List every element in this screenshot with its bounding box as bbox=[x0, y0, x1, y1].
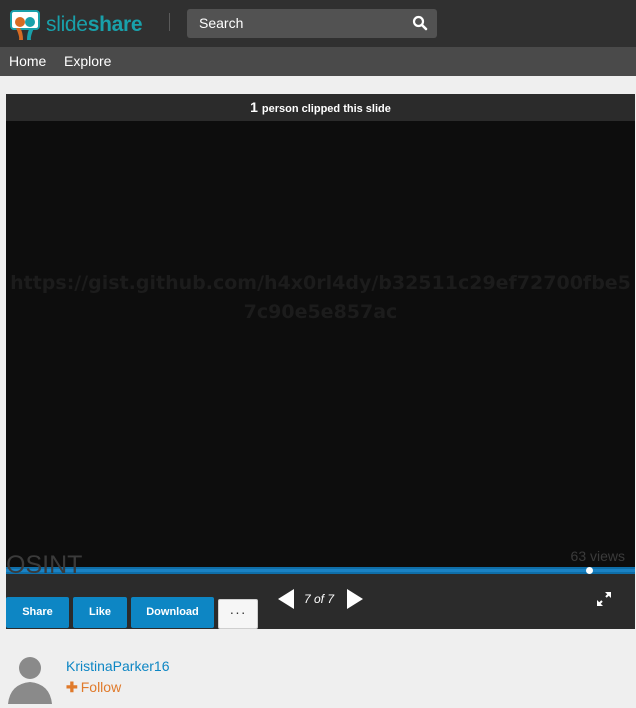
clip-info-bar: 1 person clipped this slide bbox=[6, 94, 635, 121]
like-button[interactable]: Like bbox=[73, 597, 127, 628]
avatar-icon[interactable] bbox=[8, 654, 52, 704]
nav-item-home[interactable]: Home bbox=[9, 53, 46, 69]
document-title: OSINT bbox=[6, 551, 83, 579]
clip-text: person clipped this slide bbox=[261, 103, 391, 115]
slideshare-logo-icon bbox=[8, 7, 42, 41]
share-button[interactable]: Share bbox=[6, 597, 69, 628]
search-box[interactable]: Search bbox=[187, 9, 437, 38]
search-input[interactable]: Search bbox=[199, 15, 243, 31]
nav-bar: Home Explore bbox=[0, 47, 636, 76]
progress-handle[interactable] bbox=[586, 567, 593, 574]
fullscreen-icon[interactable] bbox=[596, 591, 612, 607]
more-options-button[interactable]: ··· bbox=[218, 599, 258, 629]
prev-arrow-icon[interactable] bbox=[276, 588, 296, 610]
logo-text-share: share bbox=[87, 12, 143, 36]
logo-text: slideshare bbox=[46, 12, 143, 36]
slide-progress-bar[interactable] bbox=[6, 567, 635, 574]
search-icon[interactable] bbox=[412, 15, 428, 31]
top-bar: slideshare Search bbox=[0, 0, 636, 47]
follow-label: Follow bbox=[80, 679, 122, 695]
slide-text-line-1: https://gist.github.com/h4x0rl4dy/b32511… bbox=[10, 272, 631, 294]
slide-content: https://gist.github.com/h4x0rl4dy/b32511… bbox=[6, 269, 635, 327]
logo-text-slide: slide bbox=[46, 12, 88, 36]
header-divider bbox=[169, 13, 170, 31]
progress-fill bbox=[6, 569, 635, 572]
download-button[interactable]: Download bbox=[131, 597, 214, 628]
slideshare-logo[interactable]: slideshare bbox=[8, 5, 143, 43]
plus-icon: ✚ bbox=[66, 679, 78, 695]
page-indicator: 7 of 7 bbox=[304, 592, 335, 606]
slide-view[interactable]: https://gist.github.com/h4x0rl4dy/b32511… bbox=[6, 121, 635, 567]
follow-button[interactable]: ✚ Follow bbox=[66, 679, 121, 696]
nav-item-explore[interactable]: Explore bbox=[64, 53, 111, 69]
slide-text-line-2: 7c90e5e857ac bbox=[243, 301, 398, 323]
slide-player: 1 person clipped this slide https://gist.… bbox=[6, 94, 635, 629]
next-arrow-icon[interactable] bbox=[345, 588, 365, 610]
clip-count: 1 bbox=[250, 99, 258, 115]
author-name-link[interactable]: KristinaParker16 bbox=[66, 658, 170, 674]
view-count: 63 views bbox=[570, 548, 625, 564]
